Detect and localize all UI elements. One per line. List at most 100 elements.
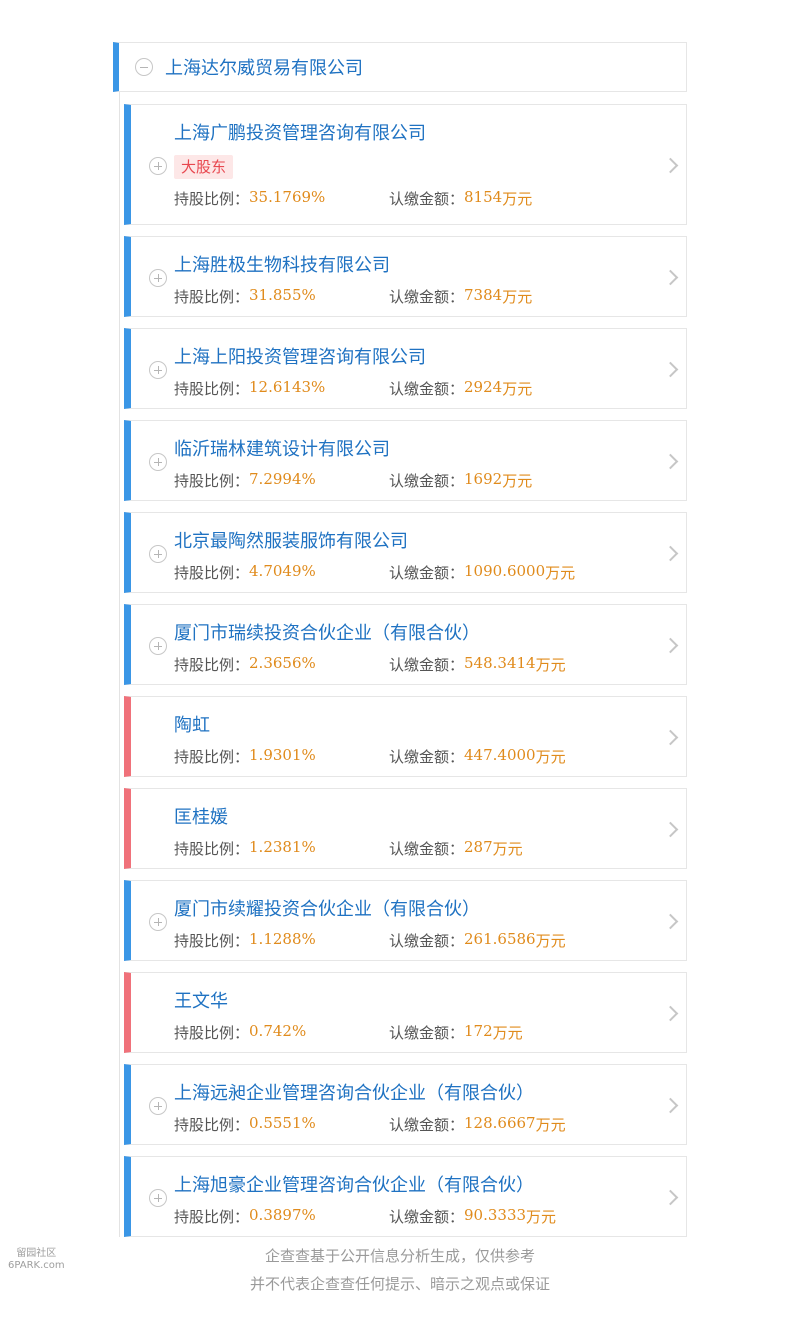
shareholder-name[interactable]: 上海胜极生物科技有限公司 xyxy=(174,251,390,277)
collapse-minus-icon[interactable] xyxy=(135,58,153,76)
shareholder-name[interactable]: 王文华 xyxy=(174,987,228,1013)
expand-plus-icon[interactable] xyxy=(149,1188,167,1207)
expand-plus-icon[interactable] xyxy=(149,360,167,379)
ratio-value: 7.2994% xyxy=(249,470,316,488)
ratio-label: 持股比例： xyxy=(174,380,250,398)
expand-plus-icon[interactable] xyxy=(149,156,167,175)
shareholder-card[interactable]: 上海胜极生物科技有限公司持股比例： 31.855% 认缴金额： 7384 万元 xyxy=(124,236,687,317)
expand-plus-icon[interactable] xyxy=(149,544,167,563)
amount-label: 认缴金额： xyxy=(389,840,465,858)
amount-label: 认缴金额： xyxy=(389,1116,465,1134)
shareholder-card[interactable]: 上海上阳投资管理咨询有限公司 持股比例： 12.6143% 认缴金额： 2924 万元 xyxy=(124,328,687,409)
ratio-value: 2.3656% xyxy=(249,654,316,672)
amount-unit: 万元 xyxy=(535,1116,566,1134)
shareholder-card[interactable]: 上海旭豪企业管理咨询合伙企业（有限合伙） 持股比例： 0.3897% 认缴金额： 90.… xyxy=(124,1156,687,1237)
ratio-value: 12.6143% xyxy=(249,378,326,396)
amount-value: 261.6586 xyxy=(464,930,536,948)
major-shareholder-badge: 大股东 xyxy=(174,155,234,179)
amount-label: 认缴金额： xyxy=(389,472,465,490)
shareholder-card[interactable]: 匡桂媛持股比例： 1.2381% 认缴金额： 287 万元 xyxy=(124,788,687,869)
ratio-label: 持股比例： xyxy=(174,472,250,490)
expand-plus-icon[interactable] xyxy=(149,268,167,287)
ratio-label: 持股比例： xyxy=(174,748,250,766)
chevron-right-icon[interactable] xyxy=(662,157,679,173)
chevron-right-icon[interactable] xyxy=(662,1189,679,1205)
ratio-value: 4.7049% xyxy=(249,562,316,580)
expand-plus-icon[interactable] xyxy=(149,1096,167,1115)
shareholding-info: 持股比例： 31.855% 认缴金额： 7384 万元 xyxy=(174,286,532,307)
chevron-right-icon[interactable] xyxy=(662,729,679,745)
ratio-label: 持股比例： xyxy=(174,656,250,674)
amount-label: 认缴金额： xyxy=(389,1024,465,1042)
chevron-right-icon[interactable] xyxy=(662,361,679,377)
watermark-title: 留园社区 xyxy=(16,1248,57,1259)
disclaimer-line-2: 并不代表企查查任何提示、暗示之观点或保证 xyxy=(249,1275,550,1293)
amount-unit: 万元 xyxy=(502,288,533,306)
shareholding-info: 持股比例： 1.2381% 认缴金额： 287 万元 xyxy=(174,838,523,859)
shareholder-name[interactable]: 厦门市续耀投资合伙企业（有限合伙） xyxy=(174,895,480,921)
chevron-right-icon[interactable] xyxy=(662,913,679,929)
shareholding-info: 持股比例： 0.3897% 认缴金额： 90.3333 万元 xyxy=(174,1206,556,1227)
chevron-right-icon[interactable] xyxy=(662,453,679,469)
shareholder-card[interactable]: 上海广鹏投资管理咨询有限公司 大股东 持股比例： 35.1769% 认缴金额： 8154 万… xyxy=(124,104,687,225)
amount-unit: 万元 xyxy=(492,1024,523,1042)
chevron-right-icon[interactable] xyxy=(662,1005,679,1021)
amount-unit: 万元 xyxy=(502,380,533,398)
amount-label: 认缴金额： xyxy=(389,288,465,306)
shareholder-name[interactable]: 临沂瑞林建筑设计有限公司 xyxy=(174,435,390,461)
shareholder-name[interactable]: 北京最陶然服装服饰有限公司 xyxy=(174,527,408,553)
ratio-value: 1.1288% xyxy=(249,930,316,948)
shareholder-name[interactable]: 上海上阳投资管理咨询有限公司 xyxy=(174,343,426,369)
shareholder-card[interactable]: 王文华持股比例： 0.742% 认缴金额： 172 万元 xyxy=(124,972,687,1053)
watermark: 留园社区 6PARK.com xyxy=(8,1248,65,1272)
root-company-row[interactable]: 上海达尔威贸易有限公司 xyxy=(113,42,687,92)
chevron-right-icon[interactable] xyxy=(662,637,679,653)
shareholder-name[interactable]: 上海远昶企业管理咨询合伙企业（有限合伙） xyxy=(174,1079,534,1105)
ratio-label: 持股比例： xyxy=(174,190,250,208)
chevron-right-icon[interactable] xyxy=(662,269,679,285)
ratio-value: 0.3897% xyxy=(249,1206,316,1224)
amount-unit: 万元 xyxy=(526,1208,557,1226)
amount-unit: 万元 xyxy=(535,748,566,766)
amount-value: 287 xyxy=(464,838,493,856)
amount-label: 认缴金额： xyxy=(389,932,465,950)
ratio-label: 持股比例： xyxy=(174,840,250,858)
ratio-label: 持股比例： xyxy=(174,1208,250,1226)
amount-value: 172 xyxy=(464,1022,493,1040)
shareholder-name[interactable]: 厦门市瑞续投资合伙企业（有限合伙） xyxy=(174,619,480,645)
chevron-right-icon[interactable] xyxy=(662,1097,679,1113)
ratio-label: 持股比例： xyxy=(174,1116,250,1134)
chevron-right-icon[interactable] xyxy=(662,821,679,837)
shareholding-info: 持股比例： 0.742% 认缴金额： 172 万元 xyxy=(174,1022,523,1043)
shareholder-card[interactable]: 临沂瑞林建筑设计有限公司 持股比例： 7.2994% 认缴金额： 1692 万元 xyxy=(124,420,687,501)
amount-label: 认缴金额： xyxy=(389,380,465,398)
ratio-value: 1.9301% xyxy=(249,746,316,764)
amount-unit: 万元 xyxy=(545,564,576,582)
shareholder-card[interactable]: 厦门市续耀投资合伙企业（有限合伙） 持股比例： 1.1288% 认缴金额： 261.65… xyxy=(124,880,687,961)
shareholder-name[interactable]: 上海广鹏投资管理咨询有限公司 xyxy=(174,119,426,145)
expand-plus-icon[interactable] xyxy=(149,452,167,471)
shareholding-info: 持股比例： 1.1288% 认缴金额： 261.6586 万元 xyxy=(174,930,566,951)
shareholder-name[interactable]: 匡桂媛 xyxy=(174,803,228,829)
amount-value: 7384 xyxy=(464,286,503,304)
shareholding-info: 持股比例： 7.2994% 认缴金额： 1692 万元 xyxy=(174,470,532,491)
amount-label: 认缴金额： xyxy=(389,564,465,582)
amount-value: 1090.6000 xyxy=(464,562,546,580)
chevron-right-icon[interactable] xyxy=(662,545,679,561)
shareholder-card[interactable]: 上海远昶企业管理咨询合伙企业（有限合伙） 持股比例： 0.5551% 认缴金额： 128… xyxy=(124,1064,687,1145)
amount-unit: 万元 xyxy=(535,656,566,674)
expand-plus-icon[interactable] xyxy=(149,912,167,931)
shareholder-card[interactable]: 厦门市瑞续投资合伙企业（有限合伙） 持股比例： 2.3656% 认缴金额： 548.34… xyxy=(124,604,687,685)
amount-label: 认缴金额： xyxy=(389,1208,465,1226)
shareholder-name[interactable]: 上海旭豪企业管理咨询合伙企业（有限合伙） xyxy=(174,1171,534,1197)
shareholding-info: 持股比例： 4.7049% 认缴金额： 1090.6000 万元 xyxy=(174,562,575,583)
shareholder-name[interactable]: 陶虹 xyxy=(174,711,210,737)
amount-value: 1692 xyxy=(464,470,503,488)
shareholder-card[interactable]: 陶虹 持股比例： 1.9301% 认缴金额： 447.4000 万元 xyxy=(124,696,687,777)
ratio-value: 0.5551% xyxy=(249,1114,316,1132)
expand-plus-icon[interactable] xyxy=(149,636,167,655)
shareholding-info: 持股比例： 0.5551% 认缴金额： 128.6667 万元 xyxy=(174,1114,566,1135)
shareholder-card[interactable]: 北京最陶然服装服饰有限公司 持股比例： 4.7049% 认缴金额： 1090.6000 万… xyxy=(124,512,687,593)
ratio-value: 35.1769% xyxy=(249,188,326,206)
root-company-name: 上海达尔威贸易有限公司 xyxy=(165,58,363,79)
